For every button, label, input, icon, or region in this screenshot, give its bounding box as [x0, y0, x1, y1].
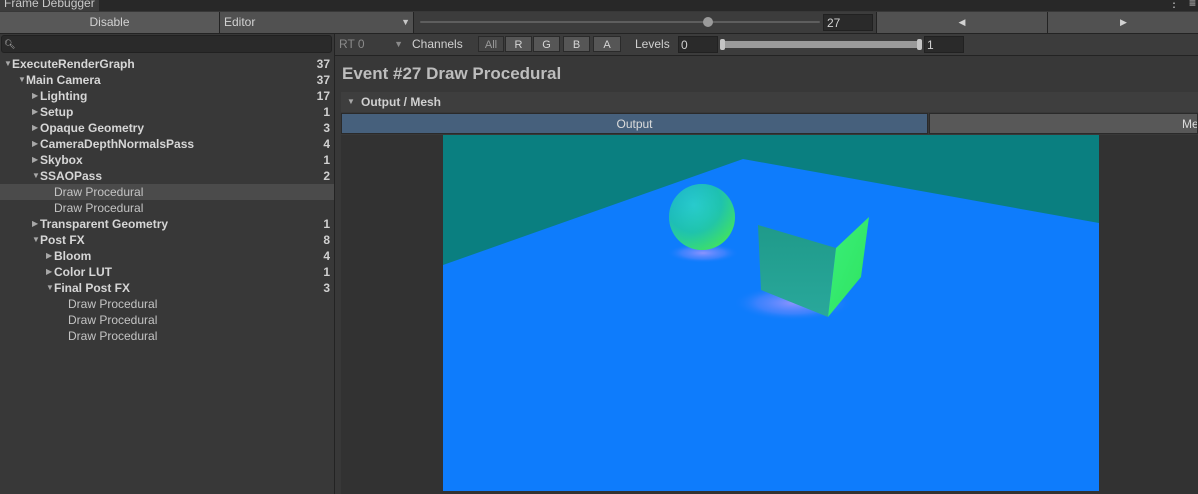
- tree-row[interactable]: ▶ Transparent Geometry 1: [0, 216, 334, 232]
- main-toolbar: Disable Editor ▼ 27 ◀ ▶: [0, 12, 1198, 34]
- search-icon: 🔍︎: [4, 39, 16, 49]
- event-slider-track: [420, 21, 820, 23]
- tree-row-label: ExecuteRenderGraph: [12, 57, 135, 71]
- output-mesh-foldout[interactable]: ▼ Output / Mesh: [341, 92, 1198, 112]
- triangle-left-icon: ◀: [958, 17, 966, 27]
- levels-min-field[interactable]: 0: [678, 36, 718, 53]
- tree-row-count: 4: [323, 249, 330, 263]
- tree-row-label: Main Camera: [26, 73, 101, 87]
- tree-row[interactable]: ▶ Color LUT 1: [0, 264, 334, 280]
- tree-row-label: Color LUT: [54, 265, 112, 279]
- tree-row-label: Final Post FX: [54, 281, 131, 295]
- tree-row[interactable]: ▶ Bloom 4: [0, 248, 334, 264]
- tree-row[interactable]: ▶ CameraDepthNormalsPass 4: [0, 136, 334, 152]
- tree-row[interactable]: Draw Procedural: [0, 328, 334, 344]
- tree-row-count: 1: [323, 105, 330, 119]
- tree-row[interactable]: ▼ SSAOPass 2: [0, 168, 334, 184]
- tree-row[interactable]: ▶ Opaque Geometry 3: [0, 120, 334, 136]
- tree-row-count: 1: [323, 153, 330, 167]
- tree-row-label: CameraDepthNormalsPass: [40, 137, 195, 151]
- tree-row[interactable]: Draw Procedural: [0, 200, 334, 216]
- levels-max-handle[interactable]: [917, 39, 922, 50]
- tree-row[interactable]: Draw Procedural: [0, 184, 334, 200]
- tree-row-label: Post FX: [40, 233, 85, 247]
- tree-row[interactable]: ▶ Setup 1: [0, 104, 334, 120]
- levels-label: Levels: [635, 37, 670, 51]
- target-dropdown-value: Editor: [224, 15, 256, 29]
- tab-mesh-label: Me: [1182, 117, 1198, 131]
- chevron-down-icon: ▼: [394, 39, 403, 49]
- levels-min-handle[interactable]: [720, 39, 725, 50]
- event-title: Event #27 Draw Procedural: [342, 64, 562, 83]
- levels-max-field[interactable]: 1: [924, 36, 964, 53]
- title-bar: Frame Debugger ⋮ ≡: [0, 0, 1198, 11]
- tree-row-label: Skybox: [40, 153, 83, 167]
- event-slider[interactable]: [420, 12, 820, 33]
- render-target-dropdown[interactable]: RT 0 ▼: [337, 34, 405, 55]
- tree-row-label: Bloom: [54, 249, 92, 263]
- sphere-shading: [669, 184, 735, 250]
- tree-row-count: 2: [323, 169, 330, 183]
- tree-row-count: 4: [323, 137, 330, 151]
- render-preview: [443, 135, 1099, 491]
- tree-row-count: 8: [323, 233, 330, 247]
- tree-row-count: 3: [323, 281, 330, 295]
- event-index-field[interactable]: 27: [823, 14, 873, 31]
- event-tree: ▼ ExecuteRenderGraph 37 ▼ Main Camera 37 ▶ Ligh…: [0, 56, 334, 344]
- target-dropdown[interactable]: Editor ▼: [220, 12, 414, 33]
- tree-row[interactable]: ▼ Final Post FX 3: [0, 280, 334, 296]
- channel-b-button[interactable]: B: [563, 36, 590, 52]
- tree-row-count: 1: [323, 217, 330, 231]
- tree-row[interactable]: ▼ Post FX 8: [0, 232, 334, 248]
- render-preview-image: [443, 135, 1099, 491]
- kebab-menu-icon[interactable]: ⋮: [1168, 0, 1180, 11]
- tree-row-label: SSAOPass: [40, 169, 103, 183]
- render-target-value: RT 0: [339, 37, 365, 51]
- tree-row-label: Lighting: [40, 89, 88, 103]
- tab-mesh[interactable]: Me: [929, 113, 1198, 134]
- tree-row-count: 3: [323, 121, 330, 135]
- disable-button[interactable]: Disable: [0, 12, 220, 33]
- tree-row-label: Draw Procedural: [54, 185, 144, 199]
- tree-row[interactable]: Draw Procedural: [0, 312, 334, 328]
- render-target-toolbar: RT 0 ▼ Channels All R G B A Levels 0 1: [335, 34, 1198, 56]
- tree-row[interactable]: ▶ Lighting 17: [0, 88, 334, 104]
- levels-range-slider[interactable]: [720, 39, 922, 50]
- tree-row[interactable]: Draw Procedural: [0, 296, 334, 312]
- tree-row[interactable]: ▼ Main Camera 37: [0, 72, 334, 88]
- channel-all-button[interactable]: All: [478, 36, 504, 52]
- channel-g-button[interactable]: G: [533, 36, 560, 52]
- tree-row-label: Transparent Geometry: [40, 217, 169, 231]
- output-mesh-label: Output / Mesh: [361, 95, 441, 109]
- channel-r-button[interactable]: R: [505, 36, 532, 52]
- previous-event-button[interactable]: ◀: [876, 12, 1047, 33]
- tab-output[interactable]: Output: [341, 113, 928, 134]
- channel-a-button[interactable]: A: [593, 36, 621, 52]
- window-menu-icon[interactable]: ≡: [1189, 0, 1196, 11]
- chevron-down-icon: ▼: [401, 17, 410, 27]
- event-slider-thumb[interactable]: [703, 17, 713, 27]
- tree-row-count: 37: [316, 57, 330, 71]
- tree-row-count: 37: [316, 73, 330, 87]
- channels-label: Channels: [412, 37, 463, 51]
- tree-row-count: 1: [323, 265, 330, 279]
- window-tab[interactable]: Frame Debugger: [0, 0, 99, 11]
- event-hierarchy-panel: 🔍︎ ▼ ExecuteRenderGraph 37 ▼ Main Camera 37 ▶ L…: [0, 34, 335, 494]
- tree-row-label: Opaque Geometry: [40, 121, 145, 135]
- foldout-arrow-icon: ▼: [347, 97, 355, 106]
- search-input[interactable]: 🔍︎: [1, 35, 332, 53]
- tree-row[interactable]: ▶ Skybox 1: [0, 152, 334, 168]
- triangle-right-icon: ▶: [1120, 17, 1127, 27]
- tree-row-label: Draw Procedural: [68, 329, 158, 343]
- levels-range-bar: [720, 41, 922, 48]
- tree-row[interactable]: ▼ ExecuteRenderGraph 37: [0, 56, 334, 72]
- tree-row-label: Draw Procedural: [68, 313, 158, 327]
- next-event-button[interactable]: ▶: [1047, 12, 1198, 33]
- tree-row-label: Setup: [40, 105, 74, 119]
- tree-row-label: Draw Procedural: [68, 297, 158, 311]
- tree-row-count: 17: [316, 89, 330, 103]
- tree-row-label: Draw Procedural: [54, 201, 144, 215]
